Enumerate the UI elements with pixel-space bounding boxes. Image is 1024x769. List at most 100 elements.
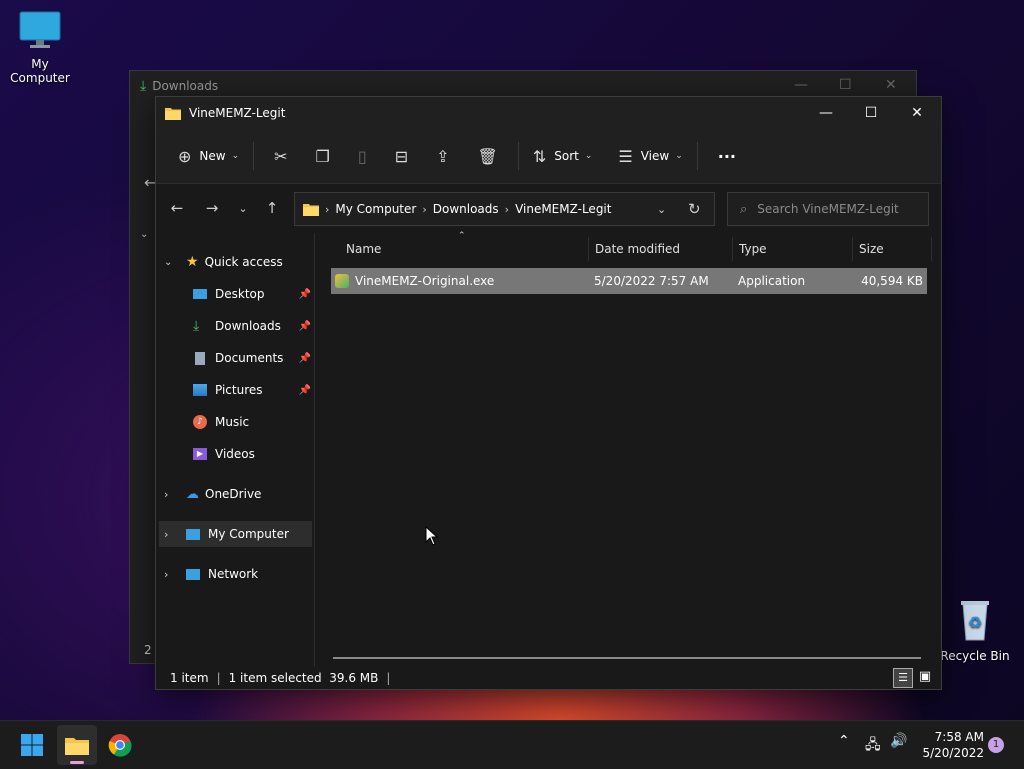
taskbar: ⌃ 🖧 🔊 7:58 AM 5/20/2022 1 [0, 720, 1024, 769]
content-area: ⌄ ★ Quick access Desktop 📌 ⤓ Downloads 📌… [156, 231, 941, 667]
horizontal-scrollbar[interactable] [333, 657, 921, 659]
view-button[interactable]: ☰ View ⌄ [610, 140, 690, 172]
column-header-name[interactable]: Name [346, 233, 586, 265]
address-bar[interactable]: › My Computer › Downloads › VineMEMZ-Leg… [294, 192, 715, 226]
column-header-type[interactable]: Type [739, 233, 849, 265]
up-button[interactable]: ↑ [256, 192, 288, 224]
new-button-label: New [199, 149, 226, 163]
sidebar-item-desktop[interactable]: Desktop 📌 [193, 281, 311, 307]
new-button[interactable]: ⊕ New ⌄ [170, 140, 247, 172]
column-header-date[interactable]: Date modified [595, 233, 730, 265]
desktop-icon-label: My Computer [10, 57, 70, 85]
column-header-label: Date modified [595, 242, 681, 256]
file-name-cell: VineMEMZ-Original.exe [335, 268, 585, 294]
chrome-icon [108, 734, 132, 757]
recent-locations-button[interactable]: ⌄ [227, 192, 259, 224]
sidebar-item-label: Downloads [215, 319, 281, 333]
background-window-title: Downloads [152, 79, 219, 93]
video-icon: ▶ [193, 448, 207, 460]
close-button[interactable]: ✕ [894, 97, 940, 129]
file-type-cell: Application [738, 274, 806, 288]
explorer-window[interactable]: VineMEMZ-Legit — ☐ ✕ ⊕ New ⌄ ✂ ❐ ▯ ⊟ ⇪ 🗑… [155, 96, 942, 690]
sidebar-item-label: Desktop [215, 287, 265, 301]
paste-button[interactable]: ▯ [344, 140, 381, 172]
breadcrumb-my-computer[interactable]: My Computer [335, 202, 416, 216]
sidebar-onedrive[interactable]: › ☁ OneDrive [164, 481, 312, 507]
file-list: ⌃ Name Date modified Type Size [316, 231, 941, 667]
mouse-cursor-icon [425, 526, 439, 546]
file-row[interactable]: VineMEMZ-Original.exe 5/20/2022 7:57 AM … [331, 268, 927, 294]
breadcrumb-vinememz-legit[interactable]: VineMEMZ-Legit [515, 202, 611, 216]
chevron-down-icon: ⌄ [164, 256, 173, 268]
desktop-icon-my-computer[interactable]: My Computer [0, 10, 80, 85]
sidebar-item-downloads[interactable]: ⤓ Downloads 📌 [193, 313, 311, 339]
close-icon[interactable]: ✕ [885, 77, 897, 93]
desktop-icon-recycle-bin[interactable]: ♻ Recycle Bin [935, 598, 1015, 663]
plus-circle-icon: ⊕ [178, 146, 192, 166]
details-view-button[interactable]: ☰ [893, 668, 913, 688]
chrome-taskbar-button[interactable] [100, 725, 140, 765]
sidebar-item-documents[interactable]: Documents 📌 [193, 345, 311, 371]
sort-button[interactable]: ⇅ Sort ⌄ [525, 140, 601, 172]
column-divider[interactable] [852, 237, 853, 261]
search-placeholder: Search VineMEMZ-Legit [757, 202, 899, 216]
sidebar-item-label: My Computer [208, 527, 289, 541]
sidebar-my-computer[interactable]: › My Computer [159, 521, 312, 547]
desktop-icon-label: Recycle Bin [940, 649, 1010, 663]
maximize-button[interactable]: ☐ [848, 97, 894, 129]
chevron-down-icon[interactable]: ⌄ [140, 229, 148, 240]
share-button[interactable]: ⇪ [422, 140, 463, 172]
column-divider[interactable] [732, 237, 733, 261]
scissors-icon: ✂ [274, 146, 288, 166]
more-options-button[interactable]: ··· [704, 140, 750, 172]
refresh-icon[interactable]: ↻ [688, 200, 701, 218]
sidebar-item-label: Documents [215, 351, 284, 365]
sidebar-item-videos[interactable]: ▶ Videos [193, 441, 311, 467]
forward-button[interactable]: → [196, 192, 228, 224]
breadcrumb-downloads[interactable]: Downloads [433, 202, 499, 216]
cut-button[interactable]: ✂ [260, 140, 301, 172]
chevron-down-icon: ⌄ [231, 151, 240, 161]
sidebar-item-music[interactable]: ♪ Music [193, 409, 311, 435]
minimize-button[interactable]: — [803, 97, 849, 129]
breadcrumb-separator: › [504, 202, 510, 216]
rename-button[interactable]: ⊟ [381, 140, 422, 172]
back-button[interactable]: ← [161, 192, 193, 224]
clipboard-icon: ▯ [357, 146, 367, 166]
sidebar-item-pictures[interactable]: Pictures 📌 [193, 377, 311, 403]
delete-button[interactable]: 🗑 [464, 140, 512, 172]
breadcrumb-separator: › [325, 202, 330, 216]
notification-badge[interactable]: 1 [988, 737, 1004, 753]
pin-icon: 📌 [298, 384, 311, 396]
file-explorer-taskbar-button[interactable] [57, 725, 97, 765]
sidebar-quick-access[interactable]: ⌄ ★ Quick access [164, 249, 312, 275]
recycle-bin-icon: ♻ [961, 601, 989, 641]
maximize-icon[interactable]: ☐ [839, 77, 852, 93]
start-button[interactable] [12, 725, 52, 765]
clock-date: 5/20/2022 [922, 746, 984, 760]
sidebar-network[interactable]: › Network [164, 561, 312, 587]
column-header-size[interactable]: Size [859, 233, 929, 265]
column-divider[interactable] [931, 237, 932, 261]
show-hidden-icons-button[interactable]: ⌃ [838, 733, 850, 749]
pin-icon: 📌 [298, 320, 311, 332]
address-dropdown-icon[interactable]: ⌄ [657, 203, 666, 216]
network-status-icon[interactable]: 🖧 [865, 734, 881, 758]
breadcrumb-separator: › [422, 202, 427, 216]
copy-icon: ❐ [315, 146, 330, 166]
clock[interactable]: 7:58 AM 5/20/2022 [914, 729, 984, 761]
column-divider[interactable] [588, 237, 589, 261]
copy-button[interactable]: ❐ [302, 140, 344, 172]
pin-icon: 📌 [298, 352, 311, 364]
picture-icon [193, 384, 207, 396]
tiles-view-button[interactable]: ▣ [916, 668, 934, 686]
minimize-icon[interactable]: — [794, 77, 808, 93]
sidebar-item-label: Quick access [204, 255, 283, 269]
search-box[interactable]: ⌕ Search VineMEMZ-Legit [727, 192, 929, 226]
window-titlebar[interactable]: VineMEMZ-Legit — ☐ ✕ [156, 97, 941, 129]
sort-button-label: Sort [554, 149, 579, 163]
status-item-count: 1 item [170, 671, 209, 685]
star-icon: ★ [186, 254, 199, 270]
volume-icon[interactable]: 🔊 [890, 733, 907, 749]
window-title: VineMEMZ-Legit [189, 106, 286, 120]
